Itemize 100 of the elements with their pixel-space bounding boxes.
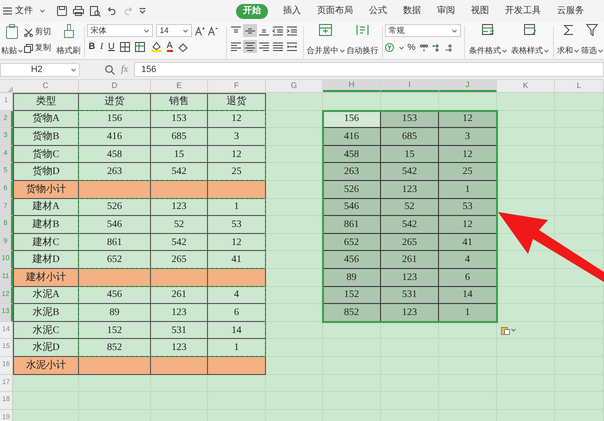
ribbon-tab[interactable]: 云服务 [556,4,585,18]
ribbon-tab[interactable]: 插入 [282,4,302,18]
cut-button[interactable]: 剪切 [24,26,56,38]
border-icon[interactable] [120,42,130,52]
conditional-format-button[interactable]: 条件格式 [467,24,510,57]
increase-decimal-icon[interactable] [432,44,441,52]
table-cell: 456 [323,251,381,269]
column-header[interactable]: C [13,80,79,92]
table-style-button[interactable]: 表格样式 [509,24,552,57]
table-cell: 6 [208,304,266,322]
percent-button[interactable]: % [408,41,416,54]
column-header[interactable]: E [151,80,208,92]
ribbon-tab[interactable]: 页面布局 [316,4,354,18]
ribbon-tab[interactable]: 数据 [402,4,422,18]
brush-icon [62,24,75,38]
ribbon-tab[interactable]: 开始 [236,4,268,18]
save-icon[interactable] [57,6,67,16]
column-header[interactable]: H [323,80,381,92]
caret-icon [182,28,188,32]
column-header[interactable]: D [79,80,151,92]
table-cell: 685 [381,128,439,146]
copy-icon [24,44,33,52]
font-name-field[interactable]: 宋体 [86,24,153,37]
table-cell: 12 [208,234,266,252]
italic-button[interactable]: I [100,40,104,54]
table-cell: 153 [151,110,208,128]
align-right-button[interactable] [257,40,272,53]
table-cell [151,180,208,199]
format-painter-button[interactable]: 格式刷 [56,24,82,57]
table-cell: 542 [381,216,439,234]
font-size-field[interactable]: 14 [156,24,192,37]
table-brush-icon [524,24,537,36]
align-left-button[interactable] [229,40,244,53]
empty-cell [381,322,439,340]
table-cell: 1 [439,304,497,322]
column-header[interactable]: I [381,80,439,92]
eraser-icon[interactable] [178,42,189,52]
table-cell: 4 [208,286,266,304]
font-color-button[interactable]: A [166,41,173,52]
wrap-text-button[interactable]: 自动换行 [346,24,380,57]
bold-button[interactable]: B [88,40,96,54]
fill-color-icon[interactable] [150,41,162,52]
print-preview-icon[interactable] [90,6,101,16]
print-icon[interactable] [73,6,84,16]
table-cell [208,268,266,287]
align-center-button[interactable] [243,40,258,53]
paste-options-icon[interactable] [501,326,510,335]
shrink-font-icon[interactable] [208,26,218,36]
thousands-separator-icon[interactable] [420,44,428,52]
name-box[interactable]: H2 [0,62,80,76]
more-icon[interactable] [139,8,146,14]
underline-button[interactable]: U [108,40,115,54]
table-cell: 货物小计 [13,180,79,199]
paste-button[interactable]: 粘贴 [0,24,24,57]
empty-cell [555,93,604,111]
table-cell: 542 [381,163,439,181]
table-cell [79,268,151,287]
filter-button[interactable]: 筛选 [580,24,604,57]
column-header[interactable]: K [497,80,555,92]
table-cell: 52 [151,216,208,234]
decrease-indent-button[interactable] [271,24,286,37]
grow-font-icon[interactable] [194,26,205,36]
table-cell: 123 [381,180,439,199]
undo-icon[interactable] [107,7,117,15]
table-cell: 水泥A [13,286,79,304]
sum-button[interactable]: 求和 [556,24,580,57]
ribbon-tab[interactable]: 审阅 [436,4,456,18]
ribbon-tab[interactable]: 公式 [368,4,388,18]
empty-cell [323,322,381,340]
justify-icon [272,42,284,52]
table-cell: 14 [439,286,497,304]
merge-center-button[interactable]: 合并居中 [306,24,346,57]
table-cell: 685 [151,128,208,146]
function-button[interactable]: fx [121,62,128,77]
number-format-field[interactable]: 常规 [384,24,461,37]
decrease-decimal-icon[interactable] [444,44,454,52]
align-middle-icon [244,26,256,36]
cell-fill-icon[interactable] [134,42,146,52]
menu-icon[interactable] [3,7,12,15]
table-cell: 546 [323,198,381,216]
column-header[interactable]: J [439,80,497,92]
zoom-icon[interactable] [105,64,115,74]
align-middle-button[interactable] [243,24,258,37]
table-cell: 261 [151,286,208,304]
column-title: 销售 [151,93,208,111]
file-menu[interactable]: 文件 [15,4,33,18]
ribbon-tab[interactable]: 开发工具 [504,4,542,18]
justify-button[interactable] [271,40,286,53]
align-right-icon [258,42,270,52]
column-header[interactable]: L [555,80,604,92]
decrease-indent-icon [272,26,284,36]
column-header[interactable]: F [208,80,266,92]
ribbon-tab[interactable]: 视图 [470,4,490,18]
copy-button[interactable]: 复制 [24,42,56,54]
table-cell: 25 [439,163,497,181]
currency-icon[interactable] [384,43,394,52]
distributed-align-button[interactable] [285,40,300,53]
increase-indent-button[interactable] [285,24,300,37]
table-cell: 89 [323,268,381,287]
formula-input[interactable]: 156 [134,62,604,77]
